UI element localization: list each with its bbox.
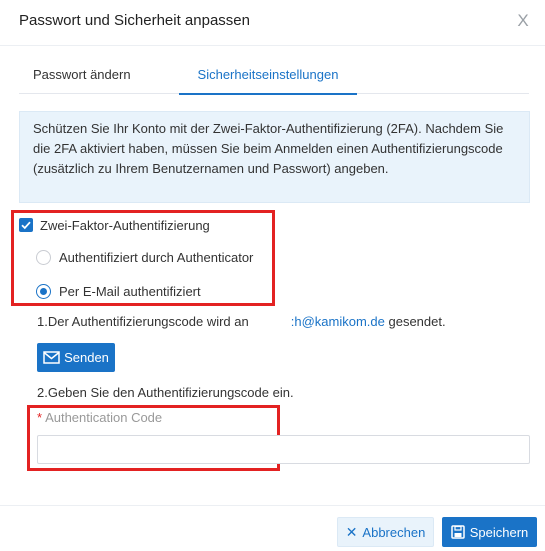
radio-email[interactable]: Per E-Mail authentifiziert <box>36 282 201 300</box>
twofa-checkbox-label: Zwei-Faktor-Authentifizierung <box>40 217 210 233</box>
close-icon-cancel: ✕ <box>345 523 358 540</box>
dialog-footer: ✕ Abbrechen Speichern <box>0 505 545 551</box>
step1-suffix: gesendet. <box>388 314 446 329</box>
cancel-button[interactable]: ✕ Abbrechen <box>337 517 434 547</box>
dialog-title: Passwort und Sicherheit anpassen <box>19 12 250 29</box>
step1-email: :h@kamikom.de <box>290 314 385 329</box>
step1-text: 1.Der Authentifizierungscode wird an :h@k… <box>37 314 446 329</box>
twofa-checkbox[interactable] <box>19 218 33 232</box>
dialog-header: Passwort und Sicherheit anpassen X <box>0 0 545 46</box>
radio-email-circle[interactable] <box>36 283 51 299</box>
radio-email-label: Per E-Mail authentifiziert <box>59 283 201 299</box>
radio-authenticator-circle[interactable] <box>36 249 51 265</box>
tab-security-settings[interactable]: Sicherheitseinstellungen <box>179 56 357 95</box>
required-mark: * <box>37 410 43 425</box>
tab-bar: Passwort ändern Sicherheitseinstellungen <box>19 56 529 95</box>
code-field-label: * Authentication Code <box>37 410 162 425</box>
radio-authenticator[interactable]: Authentifiziert durch Authenticator <box>36 248 253 266</box>
send-button[interactable]: Senden <box>37 343 115 372</box>
save-icon <box>450 525 465 539</box>
twofa-checkbox-row[interactable]: Zwei-Faktor-Authentifizierung <box>19 216 210 234</box>
cancel-button-label: Abbrechen <box>362 524 426 540</box>
send-button-label: Senden <box>64 350 109 365</box>
step2-text: 2.Geben Sie den Authentifizierungscode e… <box>37 385 294 400</box>
tab-change-password[interactable]: Passwort ändern <box>33 56 131 94</box>
radio-authenticator-label: Authentifiziert durch Authenticator <box>59 249 254 265</box>
code-field-label-text: Authentication Code <box>45 410 163 425</box>
step1-prefix: 1.Der Authentifizierungscode wird an <box>37 314 249 329</box>
close-icon[interactable]: X <box>513 11 533 31</box>
authentication-code-input[interactable] <box>37 435 530 464</box>
save-button[interactable]: Speichern <box>442 517 537 547</box>
mail-icon <box>43 351 60 364</box>
check-icon <box>21 221 31 230</box>
save-button-label: Speichern <box>469 524 529 540</box>
password-security-dialog: Passwort und Sicherheit anpassen X Passw… <box>0 0 545 551</box>
info-banner: Schützen Sie Ihr Konto mit der Zwei-Fakt… <box>19 111 530 203</box>
